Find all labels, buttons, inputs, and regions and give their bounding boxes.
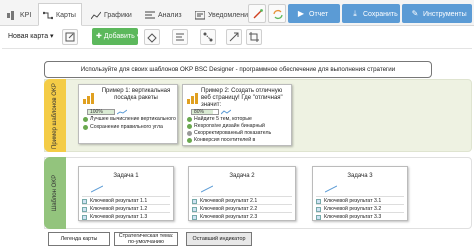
strategic-theme-legend[interactable]: Стратегическая тема: по-умолчанию: [114, 232, 178, 246]
sparkline-icon: [91, 185, 103, 193]
key-result-row: Ключевой результат 1.1: [82, 196, 170, 204]
tab-charts[interactable]: Графики: [86, 3, 138, 26]
plus-icon: ✚: [96, 33, 102, 40]
wizard-button[interactable]: [248, 4, 266, 23]
sparkline-icon: [221, 109, 231, 115]
bell-icon: [195, 11, 205, 20]
task-card-3[interactable]: Задача 3 Ключевой результат 3.1 Ключевой…: [312, 166, 408, 221]
kpi-icon: [82, 206, 87, 212]
map-select[interactable]: Новая карта ▾: [4, 29, 58, 45]
sparkline-icon: [117, 109, 127, 115]
key-result-row: Ключевой результат 1.3: [82, 212, 170, 220]
tab-analysis[interactable]: Анализ: [140, 3, 188, 26]
tab-bar: KPI Карты Графики Анализ Уведомления ▶ От…: [0, 0, 474, 26]
arrow-button[interactable]: [226, 29, 242, 45]
task-title: Задача 1: [113, 173, 139, 179]
tab-kpi[interactable]: KPI: [2, 3, 36, 26]
key-result-row: Ключевой результат 2.1: [192, 196, 292, 204]
task-title: Задача 3: [347, 173, 373, 179]
kpi-icon: [82, 198, 87, 204]
status-dot-icon: [187, 124, 192, 129]
kpi-icon: [192, 198, 197, 204]
caret-down-icon: ▾: [50, 33, 54, 40]
kpi-icon: [192, 206, 197, 212]
key-result-row: Ключевой результат 3.2: [316, 204, 404, 212]
arrow-icon: [229, 32, 239, 42]
sparkline-icon: [201, 185, 213, 193]
status-dot-icon: [187, 117, 192, 122]
bar-chart-icon: [83, 93, 95, 104]
tab-notifications[interactable]: Уведомления: [190, 3, 252, 26]
example-card-1[interactable]: Пример 1: вертикальная посадка ракеты 10…: [78, 84, 178, 144]
status-dot-icon: [83, 125, 88, 130]
status-dot-icon: [187, 131, 192, 136]
save-button[interactable]: ⤓ Сохранить: [342, 4, 400, 23]
edit-icon: [65, 32, 75, 42]
chart-icon: [91, 11, 101, 20]
bar-chart-icon: [187, 93, 199, 104]
metric-row: Скорректированный показатель: [187, 130, 271, 137]
crop-button[interactable]: [246, 29, 262, 45]
example-title: Пример 1: вертикальная посадка ракеты: [101, 88, 171, 101]
wrench-icon: ✎: [411, 9, 419, 18]
map-toolbar: Новая карта ▾ ✚ Добавить ▾: [0, 26, 474, 46]
metric-row: Конверсия посетителей в: [187, 137, 255, 144]
metric-row: Лучшее вычисление вертикального: [83, 116, 176, 123]
fill-button[interactable]: [144, 29, 160, 45]
key-result-row: Ключевой результат 2.2: [192, 204, 292, 212]
example-card-2[interactable]: Пример 2: Создать отличную веб страницу!…: [182, 84, 292, 146]
example-title: Пример 2: Создать отличную веб страницу!…: [201, 88, 283, 108]
play-icon: ▶: [297, 9, 305, 18]
kpi-icon: [82, 214, 87, 220]
sync-button[interactable]: [268, 4, 286, 23]
connector-icon: [203, 32, 213, 42]
connector-button[interactable]: [200, 29, 216, 45]
key-result-row: Ключевой результат 3.3: [316, 212, 404, 220]
tools-button[interactable]: ✎ Инструменты: [402, 4, 472, 23]
edit-map-button[interactable]: [62, 29, 78, 45]
caret-down-icon: ▾: [136, 33, 141, 40]
status-dot-icon: [187, 138, 192, 143]
map-legend[interactable]: Легенда карты: [48, 232, 110, 246]
status-dot-icon: [83, 117, 88, 122]
task-title: Задача 2: [229, 173, 255, 179]
analysis-icon: [145, 11, 155, 19]
crop-icon: [249, 32, 259, 42]
paint-bucket-icon: [147, 33, 157, 43]
align-button[interactable]: [172, 29, 188, 45]
progress-bar: 100%: [87, 109, 115, 115]
metric-row: Сохранение правильного угла: [83, 124, 163, 131]
remaining-indicator-legend[interactable]: Оставший индикатор: [186, 232, 252, 246]
examples-band-label: Пример шаблонов OKP: [44, 79, 66, 152]
kpi-icon: [316, 214, 321, 220]
report-button[interactable]: ▶ Отчет: [288, 4, 340, 23]
task-card-1[interactable]: Задача 1 Ключевой результат 1.1 Ключевой…: [78, 166, 174, 221]
task-card-2[interactable]: Задача 2 Ключевой результат 2.1 Ключевой…: [188, 166, 296, 221]
tab-maps[interactable]: Карты: [38, 3, 82, 26]
template-band-label: Шаблон OKP: [44, 157, 66, 229]
kpi-icon: [316, 198, 321, 204]
kpi-icon: [7, 11, 14, 20]
sync-icon: [273, 9, 283, 20]
key-result-row: Ключевой результат 2.3: [192, 212, 292, 220]
kpi-icon: [192, 214, 197, 220]
kpi-icon: [316, 206, 321, 212]
download-icon: ⤓: [353, 9, 357, 18]
key-result-row: Ключевой результат 1.2: [82, 204, 170, 212]
map-icon: [43, 11, 53, 20]
metric-row: Responsive дизайн бинарный: [187, 123, 265, 130]
add-button[interactable]: ✚ Добавить ▾: [92, 28, 141, 45]
align-icon: [176, 33, 184, 41]
key-result-row: Ключевой результат 3.1: [316, 196, 404, 204]
progress-bar: 80%: [191, 109, 219, 115]
sparkline-icon: [325, 185, 337, 193]
wand-icon: [253, 9, 263, 19]
intro-banner: Используйте для своих шаблонов OKP BSC D…: [44, 61, 432, 78]
metric-row: Найдите 5 тем, которые: [187, 116, 252, 123]
